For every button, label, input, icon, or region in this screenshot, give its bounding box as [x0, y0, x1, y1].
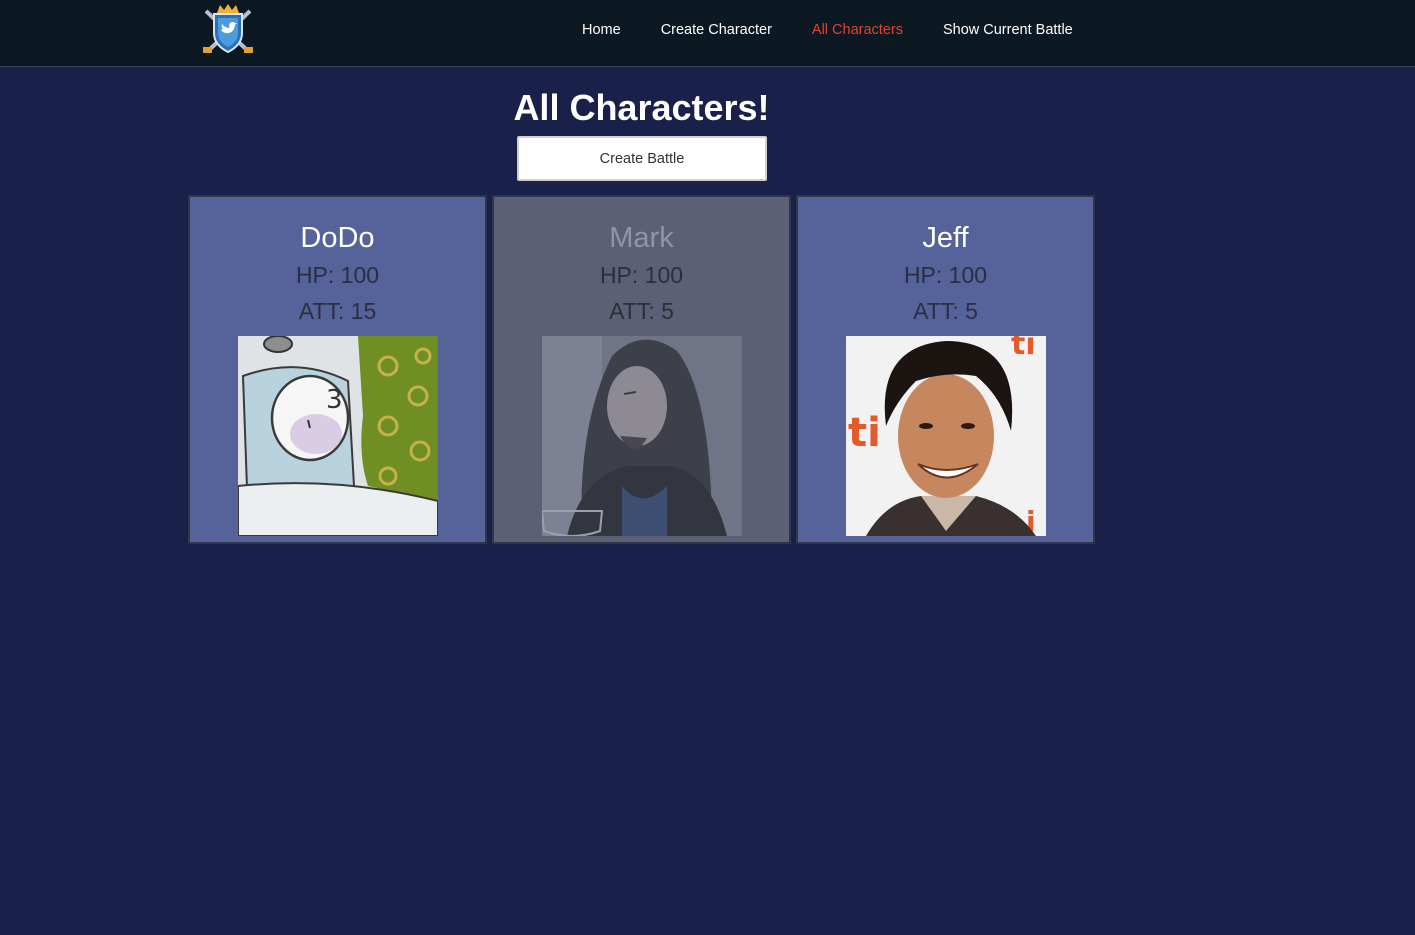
sleeping-cartoon-cat-image: 3: [238, 336, 438, 536]
character-hp: HP: 100: [295, 262, 380, 288]
man-in-hoodie-image: [542, 336, 742, 536]
character-hp: HP: 100: [903, 262, 988, 288]
character-hp: HP: 100: [599, 262, 684, 288]
character-att: ATT: 15: [298, 298, 377, 324]
svg-text:ti: ti: [848, 410, 881, 456]
character-name: Mark: [609, 222, 674, 254]
smiling-man-image: ti ti i: [846, 336, 1046, 536]
shield-crown-logo[interactable]: [200, 3, 256, 57]
nav-all-characters[interactable]: All Characters: [812, 21, 903, 39]
nav-show-current-battle[interactable]: Show Current Battle: [943, 21, 1073, 39]
character-name: DoDo: [300, 222, 375, 254]
character-att: ATT: 5: [913, 298, 978, 324]
navbar: Home Create Character All Characters Sho…: [0, 0, 1415, 67]
character-name: Jeff: [922, 222, 969, 254]
create-battle-button[interactable]: Create Battle: [517, 136, 767, 181]
character-card-jeff[interactable]: Jeff HP: 100 ATT: 5 ti ti i: [796, 195, 1095, 544]
character-card-dodo[interactable]: DoDo HP: 100 ATT: 15 3: [188, 195, 487, 544]
svg-text:ti: ti: [1011, 336, 1036, 362]
nav-create-character[interactable]: Create Character: [661, 21, 772, 39]
character-att: ATT: 5: [609, 298, 674, 324]
character-card-mark[interactable]: Mark HP: 100 ATT: 5: [492, 195, 791, 544]
nav-home[interactable]: Home: [582, 21, 621, 39]
svg-text:3: 3: [326, 385, 343, 415]
page-title: All Characters!: [513, 87, 770, 128]
nav-links: Home Create Character All Characters Sho…: [582, 21, 1113, 39]
